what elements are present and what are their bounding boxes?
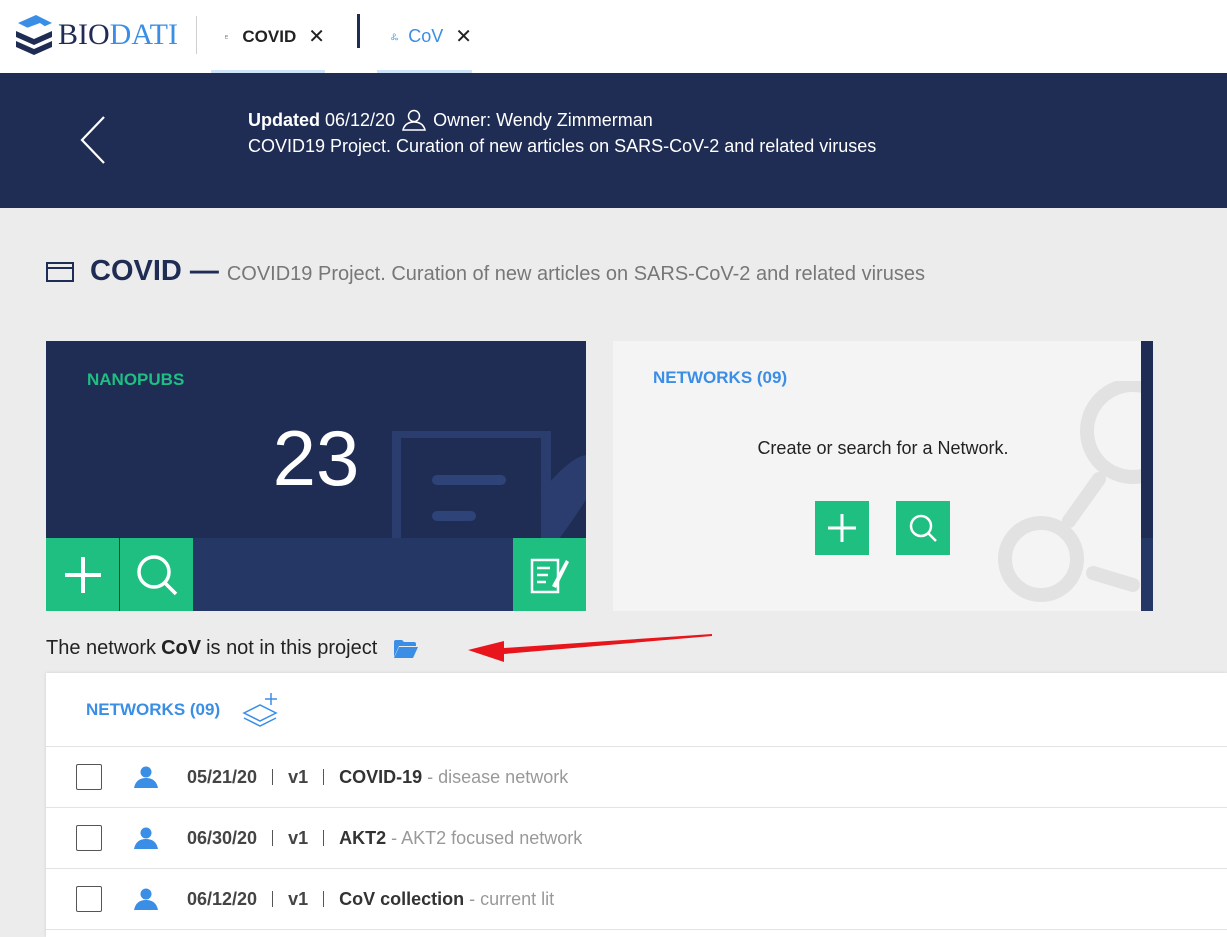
biodati-logo-icon (16, 15, 52, 55)
network-row[interactable]: 06/30/20 v1 AKT2 - AKT2 focused network (46, 808, 1227, 869)
add-network-button[interactable] (815, 501, 869, 555)
tab-covid[interactable]: COVID ✕ (211, 0, 325, 73)
updated-date: 06/12/20 (325, 109, 396, 130)
project-meta: Updated 06/12/20 Owner: Wendy Zimmerman (248, 109, 653, 131)
project-window-icon (225, 35, 229, 38)
row-network-name[interactable]: CoV collection (339, 889, 464, 910)
project-window-icon (46, 261, 74, 282)
row-version: v1 (288, 766, 309, 787)
networks-card-edge-bar (1141, 538, 1153, 611)
red-annotation-arrow (468, 634, 712, 662)
user-icon (134, 888, 158, 910)
plus-icon (828, 514, 856, 542)
row-date: 06/30/20 (187, 827, 258, 848)
search-network-button[interactable] (896, 501, 950, 555)
network-row[interactable]: 05/21/20 v1 COVID-19 - disease network (46, 747, 1227, 808)
page-title-dash: — (189, 255, 219, 287)
tab-cov[interactable]: CoV ✕ (377, 0, 472, 73)
notice-network-name: CoV (161, 637, 202, 659)
row-separator (323, 891, 325, 907)
network-nodes-icon (391, 33, 398, 40)
search-nanopub-button[interactable] (120, 538, 193, 611)
biodati-logo[interactable]: BIODATI (12, 10, 178, 60)
row-version: v1 (288, 888, 309, 909)
row-separator (272, 769, 274, 785)
edit-nanopub-button[interactable] (513, 538, 586, 611)
tab-covid-close-icon[interactable]: ✕ (308, 27, 325, 47)
row-separator (323, 830, 325, 846)
nanopubs-card: NANOPUBS 23 (46, 341, 586, 611)
networks-card: NETWORKS (09) Create or search for a Net… (613, 341, 1153, 611)
edit-document-icon (530, 558, 569, 593)
logo-wordmark: BIODATI (58, 18, 178, 51)
tab-cov-close-icon[interactable]: ✕ (455, 27, 472, 47)
row-network-name[interactable]: COVID-19 (339, 767, 422, 788)
tab-covid-label: COVID (242, 26, 297, 46)
open-folder-icon[interactable] (393, 639, 419, 659)
row-date: 05/21/20 (187, 766, 258, 787)
top-bar: BIODATI COVID ✕ CoV ✕ (0, 0, 1227, 73)
networks-panel-header: NETWORKS (09) (46, 673, 1227, 747)
row-network-description: - current lit (469, 888, 555, 909)
project-description: COVID19 Project. Curation of new article… (248, 136, 877, 156)
back-chevron-icon[interactable] (76, 113, 116, 167)
page-title: COVID — COVID19 Project. Curation of new… (46, 255, 925, 288)
row-separator (272, 830, 274, 846)
row-version: v1 (288, 827, 309, 848)
updated-label: Updated (248, 109, 320, 130)
nanopubs-count: 23 (272, 414, 360, 502)
search-icon (136, 554, 177, 595)
project-header-band: Updated 06/12/20 Owner: Wendy Zimmerman … (0, 73, 1227, 208)
row-date: 06/12/20 (187, 888, 258, 909)
add-layers-icon[interactable] (242, 691, 280, 727)
notice-prefix: The network (46, 637, 157, 659)
search-icon (909, 514, 937, 542)
networks-card-message: Create or search for a Network. (757, 438, 1009, 458)
user-icon (134, 766, 158, 788)
row-network-name[interactable]: AKT2 (339, 828, 386, 849)
row-network-description: - disease network (427, 766, 569, 787)
networks-card-label: NETWORKS (09) (653, 368, 788, 387)
user-icon (134, 827, 158, 849)
tab-divider (357, 14, 360, 48)
row-separator (323, 769, 325, 785)
network-row[interactable]: 06/12/20 v1 CoV collection - current lit (46, 869, 1227, 930)
tab-cov-label: CoV (408, 26, 444, 46)
network-not-in-project-notice: The network CoV is not in this project (46, 637, 419, 660)
row-checkbox[interactable] (76, 764, 102, 790)
row-separator (272, 891, 274, 907)
nanopubs-action-bar (46, 538, 586, 611)
networks-panel-title: NETWORKS (09) (86, 700, 221, 719)
owner-text: Owner: Wendy Zimmerman (433, 109, 653, 130)
row-checkbox[interactable] (76, 886, 102, 912)
plus-icon (64, 556, 101, 593)
networks-panel: NETWORKS (09) 05/21/20 v1 COVID-19 - dis… (46, 673, 1227, 937)
notice-suffix: is not in this project (206, 637, 378, 659)
user-outline-icon (402, 109, 427, 131)
logo-separator (196, 16, 197, 54)
row-network-description: - AKT2 focused network (391, 827, 583, 848)
page-title-subtitle: COVID19 Project. Curation of new article… (226, 263, 925, 285)
nanopubs-label: NANOPUBS (87, 370, 185, 389)
add-nanopub-button[interactable] (46, 538, 119, 611)
network-watermark-icon (998, 381, 1153, 602)
row-checkbox[interactable] (76, 825, 102, 851)
page-title-name: COVID (90, 255, 182, 287)
